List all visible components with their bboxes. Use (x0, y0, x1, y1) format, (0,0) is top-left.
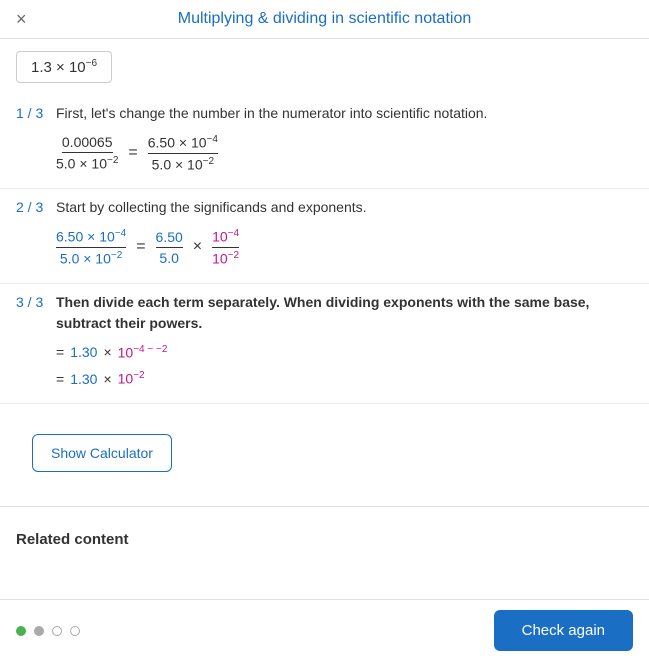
frac4a-num: 6.50 (156, 229, 183, 248)
frac2-den: 5.0 × 10−2 (152, 154, 214, 173)
step3-times1: × (103, 344, 111, 360)
dot-3 (52, 626, 62, 636)
page-title: Multiplying & dividing in scientific not… (178, 10, 471, 28)
frac4b-num: 10−4 (212, 228, 239, 248)
step-1-math: 0.00065 5.0 × 10−2 = 6.50 × 10−4 5.0 × 1… (56, 134, 633, 172)
related-content-title: Related content (16, 531, 633, 548)
answer-value: 1.3 × 10−6 (31, 59, 97, 76)
show-calculator-button[interactable]: Show Calculator (32, 434, 172, 472)
fraction-4a: 6.50 5.0 (156, 229, 183, 266)
step-3-content: Then divide each term separately. When d… (56, 292, 633, 395)
fraction-2: 6.50 × 10−4 5.0 × 10−2 (148, 134, 218, 172)
answer-box: 1.3 × 10−6 (0, 39, 649, 95)
frac2-num: 6.50 × 10−4 (148, 134, 218, 154)
frac1-num: 0.00065 (62, 134, 113, 153)
step3-val1: 1.30 (70, 344, 97, 360)
header: × Multiplying & dividing in scientific n… (0, 0, 649, 39)
step-3-number: 3 / 3 (16, 292, 56, 395)
step3-exp2: 10−2 (118, 370, 145, 387)
progress-dots (16, 626, 80, 636)
equals-2: = (136, 238, 145, 256)
step-2-content: Start by collecting the significands and… (56, 197, 633, 274)
step3-times2: × (103, 371, 111, 387)
dot-2 (34, 626, 44, 636)
dot-1 (16, 626, 26, 636)
frac4b-den: 10−2 (212, 248, 239, 267)
step-2-row: 2 / 3 Start by collecting the significan… (0, 189, 649, 283)
equals-1: = (128, 144, 137, 162)
dot-4 (70, 626, 80, 636)
step-1-content: First, let's change the number in the nu… (56, 103, 633, 180)
frac1-den: 5.0 × 10−2 (56, 153, 118, 172)
steps-container: 1 / 3 First, let's change the number in … (0, 95, 649, 414)
step-1-description: First, let's change the number in the nu… (56, 103, 633, 124)
step3-val2: 1.30 (70, 371, 97, 387)
step3-prefix1: = (56, 344, 64, 360)
step3-exp1: 10−4 − −2 (118, 344, 168, 361)
step-3-line2: = 1.30 × 10−2 (56, 370, 633, 387)
fraction-1: 0.00065 5.0 × 10−2 (56, 134, 118, 172)
step-1-row: 1 / 3 First, let's change the number in … (0, 95, 649, 189)
step-2-number: 2 / 3 (16, 197, 56, 274)
fraction-3: 6.50 × 10−4 5.0 × 10−2 (56, 228, 126, 266)
times-2: × (193, 238, 202, 256)
step3-prefix2: = (56, 371, 64, 387)
step-3-line1: = 1.30 × 10−4 − −2 (56, 344, 633, 361)
bottom-bar: Check again (0, 599, 649, 661)
related-content-section: Related content (0, 517, 649, 566)
step-2-description: Start by collecting the significands and… (56, 197, 633, 218)
step-1-number: 1 / 3 (16, 103, 56, 180)
frac3-den: 5.0 × 10−2 (60, 248, 122, 267)
step-3-description: Then divide each term separately. When d… (56, 292, 633, 334)
fraction-4b: 10−4 10−2 (212, 228, 239, 266)
close-icon[interactable]: × (16, 9, 27, 30)
frac4a-den: 5.0 (159, 248, 178, 266)
step-3-row: 3 / 3 Then divide each term separately. … (0, 284, 649, 404)
check-again-button[interactable]: Check again (494, 610, 633, 651)
divider-1 (0, 506, 649, 507)
frac3-num: 6.50 × 10−4 (56, 228, 126, 248)
show-calculator-section: Show Calculator (0, 414, 649, 496)
step-2-math: 6.50 × 10−4 5.0 × 10−2 = 6.50 5.0 × 10−4… (56, 228, 633, 266)
